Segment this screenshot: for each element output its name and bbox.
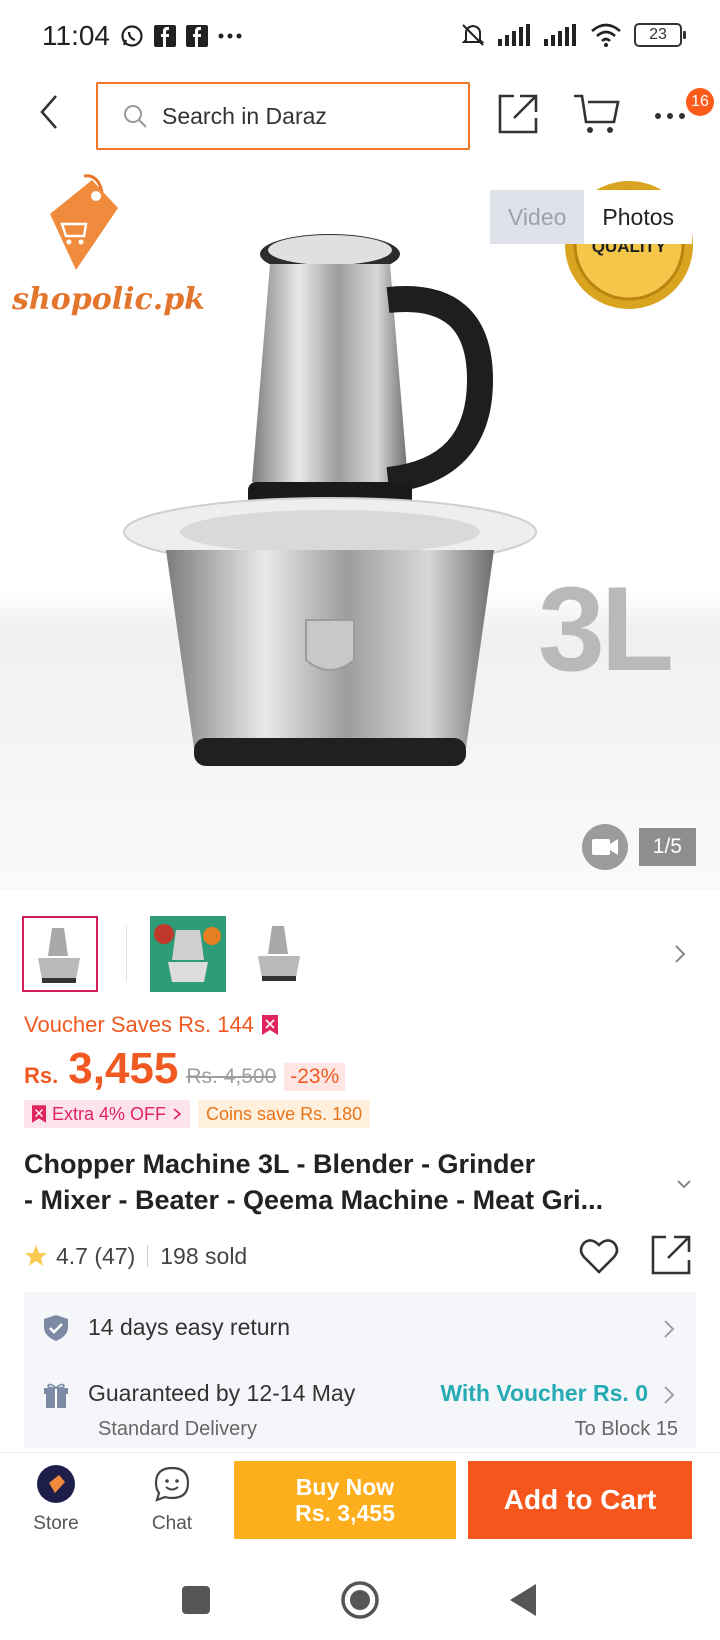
bottom-action-bar: Store Chat Buy Now Rs. 3,455 Add to Cart: [0, 1452, 720, 1558]
add-to-cart-button[interactable]: Add to Cart: [468, 1461, 692, 1539]
system-back-icon[interactable]: [504, 1580, 544, 1620]
rating-row[interactable]: 4.7 (47) 198 sold: [24, 1236, 247, 1276]
product-chopper-image: [123, 234, 537, 766]
product-title-line1: Chopper Machine 3L - Blender - Grinder: [24, 1149, 536, 1179]
voucher-savings[interactable]: Voucher Saves Rs. 144: [24, 1012, 278, 1038]
service-info-box: 14 days easy return Guaranteed by 12-14 …: [24, 1292, 696, 1448]
whatsapp-icon: [121, 25, 143, 47]
delivery-type-text: Standard Delivery: [98, 1418, 257, 1440]
rating-separator: [147, 1245, 149, 1267]
thumbnail-strip: [0, 916, 720, 1000]
gift-box-icon: [44, 1383, 68, 1408]
buy-now-price: Rs. 3,455: [295, 1500, 395, 1526]
recent-apps-icon[interactable]: [176, 1580, 216, 1620]
chat-label: Chat: [151, 1513, 193, 1534]
discount-badge: -23%: [284, 1063, 346, 1091]
delivery-guarantee-text: Guaranteed by 12-14 May: [88, 1380, 356, 1406]
status-system-icons: 23: [460, 22, 686, 48]
mute-icon: [461, 24, 485, 46]
product-image-gallery[interactable]: shopolic.pk QUALITY Video Photos 3L 1/5: [0, 170, 720, 890]
share-product-icon[interactable]: [650, 1234, 692, 1276]
chat-button[interactable]: Chat: [132, 1465, 212, 1535]
signal-icon: [544, 24, 576, 46]
thumbnail-item[interactable]: [242, 916, 318, 992]
status-time: 11:04: [42, 20, 110, 51]
home-icon[interactable]: [340, 1580, 380, 1620]
buy-now-label: Buy Now: [295, 1474, 395, 1500]
thumbnail-divider: [126, 926, 127, 982]
extra-off-text: Extra 4% OFF: [52, 1104, 167, 1124]
video-camera-icon: [592, 839, 618, 855]
thumbnail-item[interactable]: [22, 916, 98, 992]
top-navigation: Search in Daraz 16: [0, 78, 720, 158]
cart-icon[interactable]: [572, 92, 620, 136]
battery-icon: 23: [634, 23, 686, 47]
delivery-location-text: To Block 15: [574, 1418, 678, 1440]
capacity-overlay-text: 3L: [538, 562, 674, 696]
product-title-line2: - Mixer - Beater - Qeema Machine - Meat …: [24, 1185, 604, 1215]
store-avatar-icon: [37, 1465, 75, 1503]
expand-title-chevron-down-icon[interactable]: [674, 1176, 694, 1192]
search-placeholder: Search in Daraz: [162, 102, 327, 129]
price-currency: Rs.: [24, 1063, 59, 1088]
price-row: Rs. 3,455 Rs. 4,500 -23%: [24, 1044, 346, 1104]
share-icon[interactable]: [496, 92, 540, 136]
back-arrow-icon[interactable]: [30, 92, 70, 132]
current-price: 3,455: [68, 1044, 179, 1093]
coins-save-text: Coins save Rs. 180: [206, 1104, 363, 1124]
chat-bubble-icon: [154, 1466, 190, 1502]
more-dots-icon: [218, 33, 242, 39]
delivery-row[interactable]: Guaranteed by 12-14 May With Voucher Rs.…: [24, 1368, 696, 1448]
facebook-icon: [154, 25, 176, 47]
notification-badge: 16: [686, 88, 714, 116]
buy-now-button[interactable]: Buy Now Rs. 3,455: [234, 1461, 456, 1539]
wifi-icon: [591, 23, 621, 47]
image-counter: 1/5: [638, 828, 696, 866]
search-icon: [124, 105, 147, 128]
sold-count: 198 sold: [160, 1242, 248, 1269]
status-notification-icons: [120, 24, 242, 48]
return-policy-row[interactable]: 14 days easy return: [24, 1298, 696, 1358]
chevron-right-icon: [664, 1320, 675, 1338]
system-navigation-bar: [0, 1558, 720, 1640]
thumbnail-item[interactable]: [150, 916, 226, 992]
voucher-ticket-icon: [261, 1015, 278, 1035]
rating-value: 4.7 (47): [56, 1242, 136, 1269]
chopper-thumbnail-image: [38, 928, 80, 983]
original-price: Rs. 4,500: [186, 1065, 277, 1088]
voucher-savings-text: Voucher Saves Rs. 144: [24, 1012, 254, 1037]
extra-off-chip[interactable]: Extra 4% OFF: [24, 1100, 191, 1128]
delivery-voucher-text: With Voucher Rs. 0: [440, 1380, 648, 1406]
chopper-vegetables-thumbnail-image: [150, 916, 226, 992]
product-title[interactable]: Chopper Machine 3L - Blender - Grinder -…: [24, 1146, 664, 1218]
more-options-icon[interactable]: [652, 106, 692, 126]
seller-logo-tag-icon: [50, 174, 118, 270]
tab-photos[interactable]: Photos: [584, 190, 693, 244]
voucher-ticket-icon: [32, 1105, 46, 1123]
return-policy-text: 14 days easy return: [88, 1314, 291, 1340]
coins-save-chip[interactable]: Coins save Rs. 180: [198, 1100, 371, 1128]
wishlist-heart-icon[interactable]: [578, 1236, 620, 1276]
video-play-button[interactable]: [582, 824, 628, 870]
store-button[interactable]: Store: [16, 1465, 96, 1535]
promo-row: Extra 4% OFF Coins save Rs. 180: [24, 1100, 371, 1128]
star-icon: [25, 1245, 47, 1266]
signal-icon: [498, 24, 530, 46]
chopper-thumbnail-image: [258, 926, 300, 981]
shield-check-icon: [44, 1315, 68, 1341]
facebook-icon: [186, 25, 208, 47]
thumbnails-next-chevron-icon[interactable]: [670, 940, 690, 968]
store-label: Store: [33, 1513, 79, 1534]
chevron-right-icon: [664, 1386, 675, 1404]
status-bar: 11:04 23: [0, 0, 720, 76]
search-input[interactable]: Search in Daraz: [96, 82, 470, 150]
chevron-right-icon: [173, 1108, 182, 1120]
